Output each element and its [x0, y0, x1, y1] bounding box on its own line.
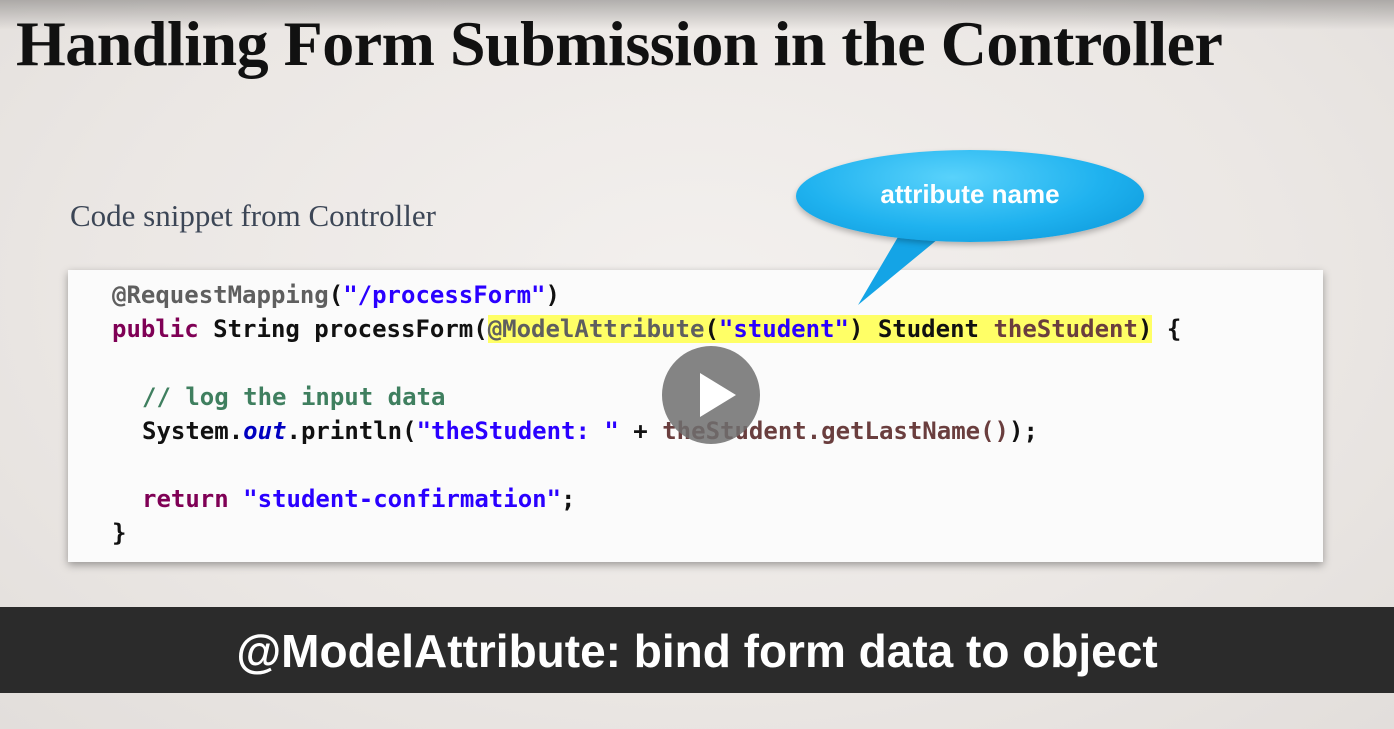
string-process-form: "/processForm": [343, 281, 546, 309]
annotation-request-mapping: @RequestMapping: [112, 281, 329, 309]
keyword-public: public: [112, 315, 199, 343]
statement-end: );: [1009, 417, 1038, 445]
plus-operator: +: [618, 417, 663, 445]
caption-bar: @ModelAttribute: bind form data to objec…: [0, 607, 1394, 693]
code-paren-close: ): [545, 281, 560, 309]
code-brace-open: {: [1152, 315, 1182, 343]
system-class: System.: [142, 417, 244, 445]
code-line-3: // log the input data: [142, 380, 445, 414]
play-icon: [700, 373, 736, 417]
code-line-1: @RequestMapping("/processForm"): [112, 278, 560, 312]
slide-title: Handling Form Submission in the Controll…: [16, 8, 1223, 79]
method-signature: String processForm(: [198, 315, 488, 343]
code-comment: // log the input data: [142, 383, 446, 411]
caption-text: @ModelAttribute: bind form data to objec…: [236, 625, 1158, 677]
code-line-4: System.out.println("theStudent: " + theS…: [142, 414, 1038, 448]
param-name: theStudent: [993, 315, 1138, 343]
code-line-5: return "student-confirmation";: [142, 482, 576, 516]
statement-end: ;: [561, 485, 576, 513]
code-paren-open: (: [704, 315, 719, 343]
code-line-6: }: [112, 516, 126, 550]
code-paren-open: (: [328, 281, 344, 309]
annotation-model-attribute: @ModelAttribute: [487, 315, 705, 343]
code-paren-close: ): [1137, 315, 1153, 343]
slide: Handling Form Submission in the Controll…: [0, 0, 1394, 729]
println-call: .println(: [286, 417, 417, 445]
param-type: ) Student: [848, 315, 994, 343]
callout-text: attribute name: [880, 179, 1060, 209]
code-line-2: public String processForm(@ModelAttribut…: [112, 312, 1181, 346]
out-field: out: [243, 417, 287, 445]
highlighted-model-attribute: @ModelAttribute("student") Student theSt…: [487, 315, 1153, 343]
code-brace-close: }: [112, 519, 127, 547]
keyword-return: return: [142, 485, 229, 513]
string-the-student: "theStudent: ": [416, 417, 619, 445]
play-button[interactable]: [662, 346, 760, 444]
string-student: "student": [718, 315, 849, 343]
slide-subtitle: Code snippet from Controller: [70, 198, 436, 233]
string-student-confirmation: "student-confirmation": [243, 485, 562, 513]
